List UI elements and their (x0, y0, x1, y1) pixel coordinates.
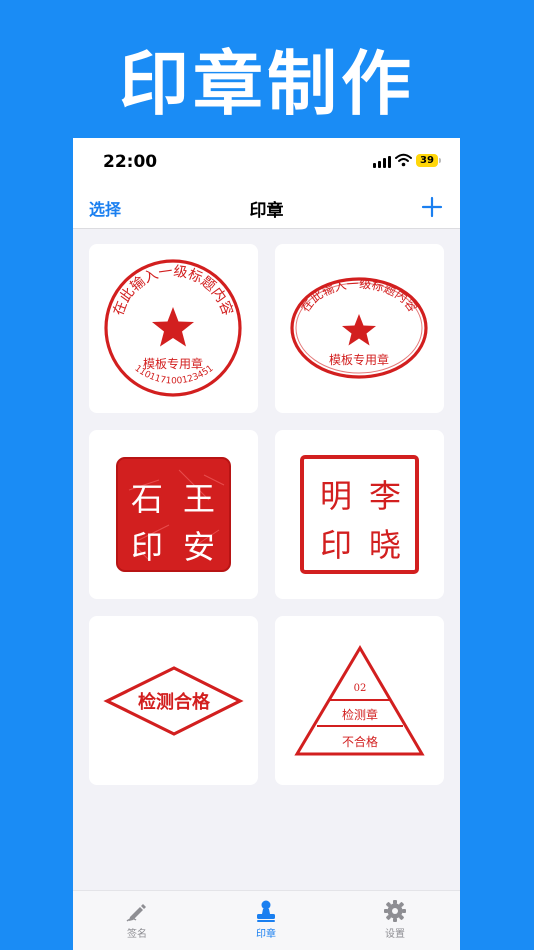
triangle-stamp-code: 02 (354, 683, 367, 694)
diamond-stamp-graphic: 检测合格 (103, 666, 244, 736)
tab-settings[interactable]: 设置 (355, 899, 435, 940)
select-button[interactable]: 选择 (89, 196, 121, 220)
seal-char-3: 印 (320, 526, 352, 564)
seal-char-4: 安 (183, 528, 215, 566)
status-time: 22:00 (103, 152, 158, 172)
hero-title: 印章制作 (119, 43, 415, 125)
outline-square-seal-graphic: 明 李 印 晓 (300, 455, 419, 574)
tab-signature[interactable]: 签名 (97, 899, 177, 940)
round-stamp-middle-text: 模板专用章 (143, 356, 203, 371)
plus-icon[interactable] (419, 194, 445, 220)
battery-tip (439, 158, 441, 163)
page-title: 印章 (249, 201, 284, 221)
tab-stamp[interactable]: 印章 (226, 899, 306, 940)
seal-char-3: 印 (131, 528, 163, 566)
tab-label: 印章 (256, 929, 276, 940)
triangle-stamp-line1: 检测章 (342, 707, 378, 722)
signature-pen-icon (126, 904, 146, 922)
tab-label: 签名 (127, 929, 147, 940)
stamp-card-triangle[interactable]: 02 检测章 不合格 (275, 616, 444, 785)
tab-label: 设置 (385, 929, 405, 940)
seal-char-2: 王 (183, 480, 215, 518)
star-icon (342, 314, 376, 346)
star-icon (152, 307, 194, 347)
seal-char-2: 李 (369, 477, 401, 515)
triangle-stamp-graphic: 02 检测章 不合格 (294, 645, 425, 756)
stamp-card-square-outline[interactable]: 明 李 印 晓 (275, 430, 444, 599)
battery-indicator: 39 (416, 154, 438, 167)
triangle-stamp-line2: 不合格 (342, 734, 378, 749)
stamp-card-diamond[interactable]: 检测合格 (89, 616, 258, 785)
stamp-card-round[interactable]: 在此输入一级标题内容 模板专用章 110117100123451 (89, 244, 258, 413)
oval-stamp-middle-text: 模板专用章 (329, 352, 389, 367)
phone-screen: 22:00 39 选择 印章 在此输入一级标题内容 模板专用章 11011710… (73, 138, 460, 950)
stamp-card-square-filled[interactable]: 石 王 印 安 (89, 430, 258, 599)
gear-icon (384, 900, 406, 922)
stamp-icon (257, 900, 275, 922)
seal-char-4: 晓 (369, 526, 401, 564)
diamond-stamp-text: 检测合格 (138, 691, 211, 713)
navigation-bar: 选择 印章 (73, 186, 460, 229)
status-bar: 22:00 39 (73, 138, 460, 186)
wifi-icon (395, 153, 412, 167)
cellular-signal-icon (373, 156, 391, 168)
tab-bar: 签名 印章 设置 (73, 890, 460, 950)
oval-stamp-graphic: 在此输入一级标题内容 模板专用章 (290, 277, 428, 379)
seal-char-1: 明 (320, 477, 352, 515)
round-stamp-graphic: 在此输入一级标题内容 模板专用章 110117100123451 (104, 259, 242, 397)
filled-square-seal-graphic: 石 王 印 安 (116, 457, 231, 572)
seal-char-1: 石 (131, 480, 163, 518)
stamp-card-oval[interactable]: 在此输入一级标题内容 模板专用章 (275, 244, 444, 413)
oval-stamp-top-text: 在此输入一级标题内容 (298, 277, 421, 315)
